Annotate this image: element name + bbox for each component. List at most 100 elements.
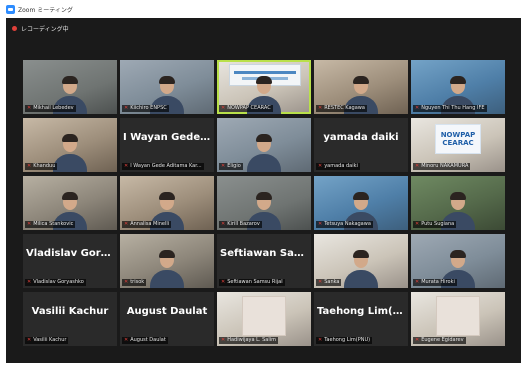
muted-mic-icon: ✕ bbox=[221, 105, 226, 111]
participant-tile[interactable]: Vladislav Gorya... ✕ Vladislav Goryashko bbox=[23, 234, 117, 288]
window-titlebar: Zoom ミーティング bbox=[0, 0, 527, 18]
muted-mic-icon: ✕ bbox=[221, 279, 226, 285]
participant-name-label: ✕ August Daulat bbox=[122, 337, 168, 344]
participant-name-label: ✕ Annalisa Minelli bbox=[122, 221, 172, 228]
person-torso bbox=[53, 154, 87, 172]
muted-mic-icon: ✕ bbox=[318, 337, 323, 343]
participant-name-label: ✕ Mikhail Lebedev bbox=[25, 105, 76, 112]
participant-name: Minoru NAKAMURA bbox=[421, 163, 469, 169]
participant-name: NOWPAP CEARAC bbox=[227, 105, 271, 111]
muted-mic-icon: ✕ bbox=[221, 337, 226, 343]
participant-tile[interactable]: ✕ Sanka bbox=[314, 234, 408, 288]
participant-tile[interactable]: ✕ NOWPAP CEARAC bbox=[217, 60, 311, 114]
participant-tile[interactable]: ✕ Eugene Egidarev bbox=[411, 292, 505, 346]
participant-name: Nguyen Thi Thu Hang IFE bbox=[421, 105, 485, 111]
muted-mic-icon: ✕ bbox=[415, 163, 420, 169]
person-hair bbox=[62, 134, 78, 142]
muted-mic-icon: ✕ bbox=[124, 279, 129, 285]
participant-name-label: ✕ Sanka bbox=[316, 279, 342, 286]
participant-tile[interactable]: Taehong Lim(P... ✕ Taehong Lim(PNU) bbox=[314, 292, 408, 346]
participant-name: Eligio bbox=[227, 163, 241, 169]
participant-profile-picture bbox=[436, 296, 480, 336]
person-hair bbox=[159, 250, 175, 258]
participant-name-placeholder: yamada daiki bbox=[323, 132, 399, 143]
person-torso bbox=[247, 154, 281, 172]
muted-mic-icon: ✕ bbox=[124, 163, 129, 169]
participant-tile[interactable]: ✕ Kirill Bazarov bbox=[217, 176, 311, 230]
participant-name-label: ✕ yamada daiki bbox=[316, 163, 360, 170]
participant-tile[interactable]: Vasilii Kachur ✕ Vasilii Kachur bbox=[23, 292, 117, 346]
participant-name-placeholder: Taehong Lim(P... bbox=[317, 306, 408, 317]
participant-name-label: ✕ Eugene Egidarev bbox=[413, 337, 466, 344]
participant-video-feed bbox=[53, 132, 87, 172]
participant-name-placeholder: August Daulat bbox=[126, 306, 208, 317]
recording-indicator[interactable]: レコーディング中 bbox=[12, 24, 69, 33]
participant-name-placeholder: Vladislav Gorya... bbox=[26, 248, 117, 259]
participant-tile[interactable]: ✕ Nguyen Thi Thu Hang IFE bbox=[411, 60, 505, 114]
participant-name-label: ✕ Nguyen Thi Thu Hang IFE bbox=[413, 105, 487, 112]
muted-mic-icon: ✕ bbox=[27, 105, 32, 111]
participant-profile-picture bbox=[242, 296, 286, 336]
participant-name: Taehong Lim(PNU) bbox=[324, 337, 371, 343]
zoom-app-icon bbox=[6, 4, 15, 14]
participant-name-placeholder: Seftiawan Sams... bbox=[220, 248, 311, 259]
participant-tile[interactable]: I Wayan Gede A... ✕ I Wayan Gede Aditama K… bbox=[120, 118, 214, 172]
participant-name: Sanka bbox=[324, 279, 340, 285]
participant-tile[interactable]: ✕ Murata Hiroki bbox=[411, 234, 505, 288]
participant-tile[interactable]: ✕ Kiichiro ENPSC bbox=[120, 60, 214, 114]
muted-mic-icon: ✕ bbox=[124, 105, 129, 111]
person-hair bbox=[353, 250, 369, 258]
participant-name-label: ✕ Hadiwijaya L. Salim bbox=[219, 337, 278, 344]
participant-name-label: ✕ Putu Sugiana bbox=[413, 221, 457, 228]
participant-name: Khanduu bbox=[33, 163, 56, 169]
participant-name: Milica Stankovic bbox=[33, 221, 74, 227]
participant-tile[interactable]: yamada daiki ✕ yamada daiki bbox=[314, 118, 408, 172]
muted-mic-icon: ✕ bbox=[124, 337, 129, 343]
participant-name-label: ✕ Taehong Lim(PNU) bbox=[316, 337, 373, 344]
participant-grid: ✕ Mikhail Lebedev ✕ Kiichiro ENPSC ✕ NOWPAP C… bbox=[23, 60, 506, 350]
participant-name-label: ✕ Vasilii Kachur bbox=[25, 337, 69, 344]
participant-video-feed bbox=[247, 132, 281, 172]
participant-name: Eugene Egidarev bbox=[421, 337, 464, 343]
participant-name: RESTEC Kagawa bbox=[324, 105, 365, 111]
participant-tile[interactable]: ✕ Khanduu bbox=[23, 118, 117, 172]
muted-mic-icon: ✕ bbox=[415, 221, 420, 227]
participant-name-label: ✕ Tetsuya Nakagawa bbox=[316, 221, 373, 228]
muted-mic-icon: ✕ bbox=[318, 221, 323, 227]
person-hair bbox=[256, 134, 272, 142]
participant-tile[interactable]: August Daulat ✕ August Daulat bbox=[120, 292, 214, 346]
muted-mic-icon: ✕ bbox=[415, 105, 420, 111]
participant-name-label: ✕ I Wayan Gede Aditama Kar... bbox=[122, 163, 204, 170]
participant-tile[interactable]: Seftiawan Sams... ✕Seftiawan Samsu Rijal bbox=[217, 234, 311, 288]
participant-name: Kirill Bazarov bbox=[227, 221, 260, 227]
participant-tile[interactable]: ✕ Mikhail Lebedev bbox=[23, 60, 117, 114]
person-hair bbox=[450, 250, 466, 258]
participant-tile[interactable]: ✕ RESTEC Kagawa bbox=[314, 60, 408, 114]
participant-tile[interactable]: ✕ Putu Sugiana bbox=[411, 176, 505, 230]
participant-tile[interactable]: NOWPAP CEARAC ✕ Minoru NAKAMURA bbox=[411, 118, 505, 172]
logo-line-1: NOWPAP bbox=[440, 131, 476, 139]
participant-name-label: ✕ Milica Stankovic bbox=[25, 221, 76, 228]
participant-tile[interactable]: ✕ Milica Stankovic bbox=[23, 176, 117, 230]
participant-name: Vladislav Goryashko bbox=[33, 279, 84, 285]
logo-line-2: CEARAC bbox=[442, 139, 474, 147]
participant-tile[interactable]: ✕ Hadiwijaya L. Salim bbox=[217, 292, 311, 346]
participant-name-label: ✕ RESTEC Kagawa bbox=[316, 105, 367, 112]
participant-name: August Daulat bbox=[130, 337, 166, 343]
participant-name-label: ✕ Minoru NAKAMURA bbox=[413, 163, 471, 170]
participant-tile[interactable]: ✕ Eligio bbox=[217, 118, 311, 172]
participant-name-placeholder: I Wayan Gede A... bbox=[123, 132, 214, 143]
muted-mic-icon: ✕ bbox=[221, 163, 226, 169]
participant-tile[interactable]: ✕ trisok bbox=[120, 234, 214, 288]
person-hair bbox=[450, 192, 466, 200]
window-title: Zoom ミーティング bbox=[18, 6, 73, 14]
participant-name: Annalisa Minelli bbox=[130, 221, 170, 227]
person-torso bbox=[344, 270, 378, 288]
muted-mic-icon: ✕ bbox=[27, 163, 32, 169]
muted-mic-icon: ✕ bbox=[27, 279, 32, 285]
participant-tile[interactable]: ✕ Tetsuya Nakagawa bbox=[314, 176, 408, 230]
organization-logo: NOWPAP CEARAC bbox=[435, 124, 481, 154]
participant-name: Seftiawan Samsu Rijal bbox=[227, 279, 283, 285]
participant-tile[interactable]: ✕ Annalisa Minelli bbox=[120, 176, 214, 230]
person-hair bbox=[450, 76, 466, 84]
